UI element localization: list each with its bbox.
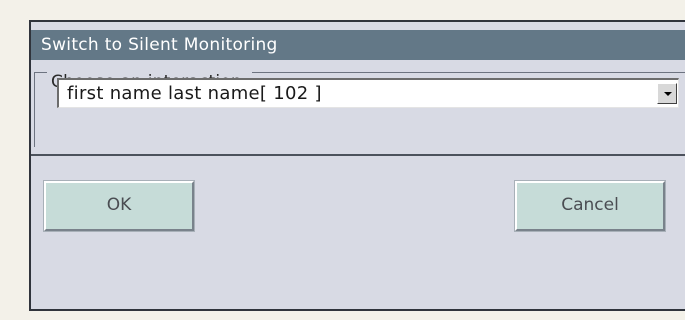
- interaction-select-value: first name last name[ 102 ]: [67, 83, 322, 104]
- dropdown-arrow-icon[interactable]: [657, 83, 677, 104]
- ok-button[interactable]: OK: [44, 181, 194, 231]
- cancel-button[interactable]: Cancel: [515, 181, 665, 231]
- silent-monitoring-dialog: Switch to Silent Monitoring Choose an in…: [29, 20, 685, 311]
- interaction-section: Choose an interaction:: [31, 60, 685, 156]
- interaction-select[interactable]: first name last name[ 102 ]: [57, 78, 679, 108]
- dialog-title: Switch to Silent Monitoring: [31, 30, 685, 60]
